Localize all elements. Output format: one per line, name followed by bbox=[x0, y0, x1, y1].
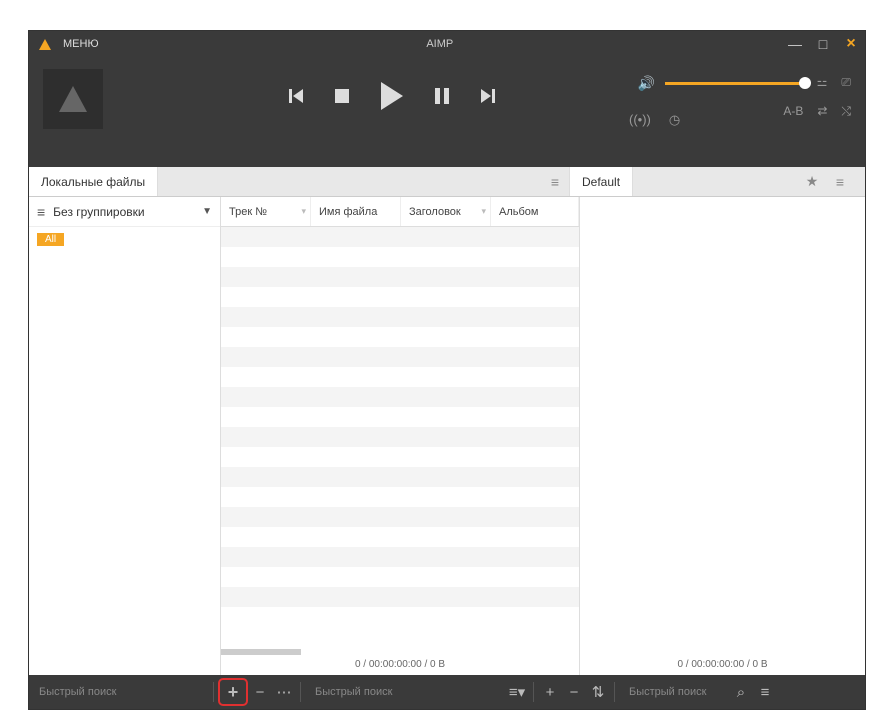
search-right[interactable]: Быстрый поиск bbox=[619, 686, 729, 698]
table-row bbox=[221, 567, 579, 587]
menu-button[interactable]: МЕНЮ bbox=[63, 38, 99, 50]
equalizer-icon[interactable]: ⚍ bbox=[817, 75, 828, 90]
window-controls: — □ × bbox=[781, 31, 865, 57]
play-button[interactable] bbox=[381, 82, 403, 110]
table-row bbox=[221, 527, 579, 547]
app-window: МЕНЮ AIMP — □ × 🔊 ((•)) ◷ ⚍ ⎚ bbox=[28, 30, 866, 710]
grouping-selector[interactable]: ≡ Без группировки ▼ bbox=[29, 197, 220, 227]
table-row bbox=[221, 587, 579, 607]
col-album[interactable]: Альбом bbox=[491, 197, 579, 226]
hamburger-icon: ≡ bbox=[37, 204, 45, 220]
filter-icon[interactable]: ▾ bbox=[481, 206, 486, 217]
col-track-no[interactable]: Трек №▾ bbox=[221, 197, 311, 226]
table-row bbox=[221, 487, 579, 507]
remove-button[interactable]: − bbox=[248, 680, 272, 704]
table-row bbox=[221, 387, 579, 407]
table-row bbox=[221, 227, 579, 247]
status-left: 0 / 00:00:00:00 / 0 B bbox=[221, 657, 579, 675]
add-button-highlighted: + bbox=[218, 678, 248, 706]
chevron-down-icon: ▼ bbox=[202, 206, 212, 217]
search-left[interactable]: Быстрый поиск bbox=[29, 686, 209, 698]
options-icon[interactable]: ≡ bbox=[753, 680, 777, 704]
table-row bbox=[221, 327, 579, 347]
visualization-icon[interactable]: ⎚ bbox=[841, 75, 851, 90]
table-row bbox=[221, 347, 579, 367]
tab-menu-right-icon[interactable]: ≡ bbox=[826, 167, 854, 196]
favorite-icon[interactable]: ★ bbox=[798, 167, 826, 196]
table-row bbox=[221, 447, 579, 467]
table-row bbox=[221, 287, 579, 307]
table-row bbox=[221, 267, 579, 287]
sort-button[interactable]: ⇅ bbox=[586, 680, 610, 704]
table-row bbox=[221, 547, 579, 567]
tabs-left: Локальные файлы ≡ bbox=[29, 167, 569, 196]
volume-icon[interactable]: 🔊 bbox=[638, 75, 655, 92]
ab-repeat-button[interactable]: A-B bbox=[783, 104, 803, 119]
playlist-panel: 0 / 00:00:00:00 / 0 B bbox=[580, 197, 865, 675]
window-title: AIMP bbox=[99, 38, 781, 50]
grouping-label: Без группировки bbox=[53, 205, 144, 219]
horizontal-scrollbar[interactable] bbox=[221, 647, 579, 657]
titlebar: МЕНЮ AIMP — □ × bbox=[29, 31, 865, 57]
repeat-icon[interactable]: ⇄ bbox=[817, 104, 827, 119]
minimize-button[interactable]: — bbox=[781, 31, 809, 57]
radio-icon[interactable]: ((•)) bbox=[629, 112, 651, 128]
list-menu-icon[interactable]: ≡▾ bbox=[505, 680, 529, 704]
track-list-panel: Трек №▾ Имя файла Заголовок▾ Альбом bbox=[221, 197, 580, 675]
shuffle-icon[interactable]: ⤭ bbox=[841, 104, 851, 119]
table-row bbox=[221, 427, 579, 447]
volume-control: 🔊 bbox=[638, 75, 805, 92]
pause-button[interactable] bbox=[435, 88, 449, 104]
player-panel: 🔊 ((•)) ◷ ⚍ ⎚ A-B ⇄ ⤭ bbox=[29, 57, 865, 167]
timer-icon[interactable]: ◷ bbox=[669, 112, 680, 128]
app-logo-icon bbox=[35, 34, 55, 54]
track-rows bbox=[221, 227, 579, 647]
stop-button[interactable] bbox=[335, 89, 349, 103]
remove-right-button[interactable]: − bbox=[562, 680, 586, 704]
playback-controls bbox=[289, 82, 495, 110]
tab-default[interactable]: Default bbox=[570, 167, 633, 196]
main-content: ≡ Без группировки ▼ All Трек №▾ Имя файл… bbox=[29, 197, 865, 675]
bottom-toolbar: Быстрый поиск + − ⋯ Быстрый поиск ≡▾ + −… bbox=[29, 675, 865, 709]
status-right: 0 / 00:00:00:00 / 0 B bbox=[580, 657, 865, 675]
maximize-button[interactable]: □ bbox=[809, 31, 837, 57]
extra-controls: ⚍ ⎚ A-B ⇄ ⤭ bbox=[783, 75, 851, 119]
search-icon[interactable]: ⌕ bbox=[729, 680, 753, 704]
tabs-row: Локальные файлы ≡ Default ★ ≡ bbox=[29, 167, 865, 197]
table-row bbox=[221, 367, 579, 387]
album-art-placeholder bbox=[43, 69, 103, 129]
table-row bbox=[221, 407, 579, 427]
more-button[interactable]: ⋯ bbox=[272, 680, 296, 704]
add-button[interactable]: + bbox=[221, 680, 245, 704]
table-row bbox=[221, 307, 579, 327]
col-title[interactable]: Заголовок▾ bbox=[401, 197, 491, 226]
sidebar: ≡ Без группировки ▼ All bbox=[29, 197, 221, 675]
col-filename[interactable]: Имя файла bbox=[311, 197, 401, 226]
close-button[interactable]: × bbox=[837, 31, 865, 57]
group-all-tag[interactable]: All bbox=[29, 227, 220, 252]
table-row bbox=[221, 507, 579, 527]
prev-button[interactable] bbox=[289, 89, 303, 103]
table-row bbox=[221, 247, 579, 267]
tab-menu-icon[interactable]: ≡ bbox=[541, 167, 569, 196]
search-center[interactable]: Быстрый поиск bbox=[305, 686, 505, 698]
tabs-right: Default ★ ≡ bbox=[569, 167, 854, 196]
add-right-button[interactable]: + bbox=[538, 680, 562, 704]
column-headers: Трек №▾ Имя файла Заголовок▾ Альбом bbox=[221, 197, 579, 227]
tab-local-files[interactable]: Локальные файлы bbox=[29, 167, 158, 196]
next-button[interactable] bbox=[481, 89, 495, 103]
table-row bbox=[221, 467, 579, 487]
secondary-controls: ((•)) ◷ bbox=[629, 112, 680, 128]
filter-icon[interactable]: ▾ bbox=[301, 206, 306, 217]
